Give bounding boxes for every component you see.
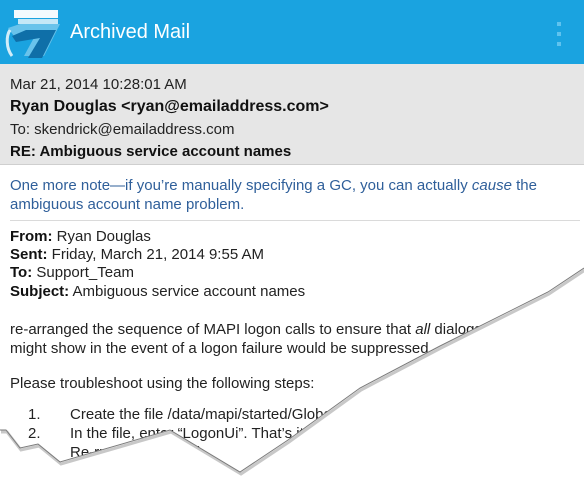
message-sender: Ryan Douglas <ryan@emailaddress.com> xyxy=(10,98,329,115)
overflow-menu-icon[interactable] xyxy=(554,22,564,46)
quoted-from: From: Ryan Douglas xyxy=(10,228,151,245)
torn-screenshot: Archived Mail Mar 21, 2014 10:28:01 AM R… xyxy=(0,0,584,472)
app-bar: Archived Mail xyxy=(0,0,584,64)
quote-divider xyxy=(10,220,580,221)
message-date: Mar 21, 2014 10:28:01 AM xyxy=(10,76,187,93)
list-item: 1. Create the file /data/mapi/started/Glo… xyxy=(28,406,341,423)
reply-note: One more note—if you’re manually specify… xyxy=(10,177,537,213)
quoted-subject: Subject: Ambiguous service account names xyxy=(10,283,306,300)
app-title: Archived Mail xyxy=(70,21,191,43)
message-recipient: To: skendrick@emailaddress.com xyxy=(10,121,235,138)
app-logo-icon[interactable] xyxy=(4,6,66,58)
body-instructions: Please troubleshoot using the following … xyxy=(10,375,315,392)
message-header: Mar 21, 2014 10:28:01 AM Ryan Douglas <r… xyxy=(0,64,584,165)
list-item: 2. In the file, enter “LogonUi”. That’s i… xyxy=(28,425,304,442)
quoted-to: To: Support_Team xyxy=(10,264,134,281)
list-item: 3. Re-run the failed job xyxy=(28,444,206,461)
quoted-sent: Sent: Friday, March 21, 2014 9:55 AM xyxy=(10,246,264,263)
body-paragraph: re-arranged the sequence of MAPI logon c… xyxy=(10,321,499,357)
message-subject: RE: Ambiguous service account names xyxy=(10,143,292,160)
